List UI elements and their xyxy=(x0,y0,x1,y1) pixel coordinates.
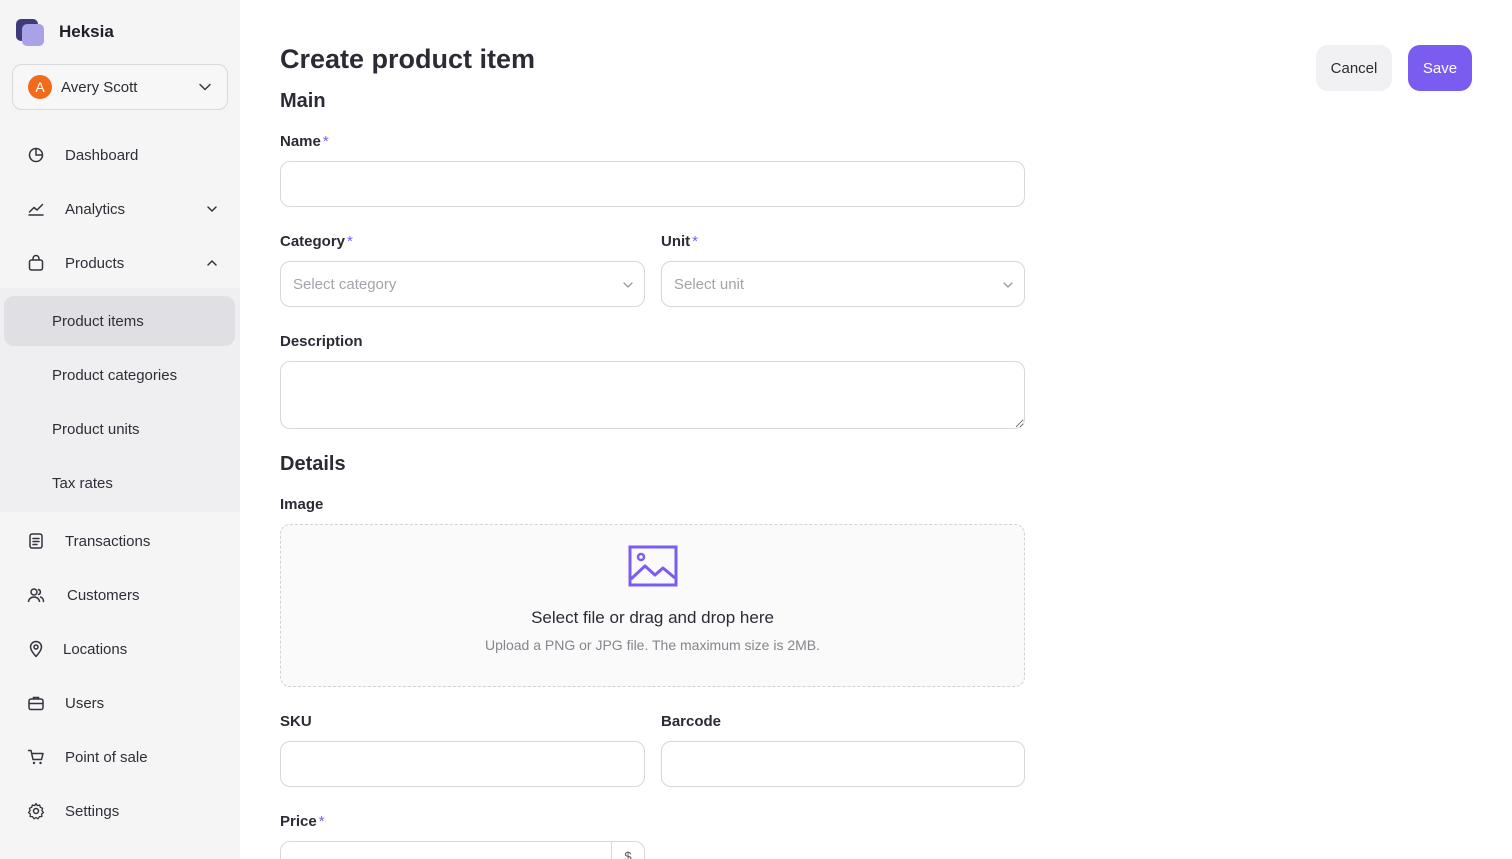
section-title-details: Details xyxy=(280,453,346,475)
products-submenu: Product items Product categories Product… xyxy=(0,288,240,512)
sku-label: SKU xyxy=(280,713,312,730)
sidebar-item-tax-rates[interactable]: Tax rates xyxy=(4,458,235,508)
required-marker: * xyxy=(318,813,325,830)
shopping-bag-icon xyxy=(28,254,44,271)
unit-placeholder: Select unit xyxy=(674,275,745,293)
sidebar-item-label: Locations xyxy=(63,640,128,658)
sidebar-item-locations[interactable]: Locations xyxy=(0,626,240,672)
barcode-label: Barcode xyxy=(661,713,722,730)
sidebar-item-label: Users xyxy=(65,694,105,712)
sidebar-item-customers[interactable]: Customers xyxy=(0,572,240,618)
user-name: Avery Scott xyxy=(61,78,138,96)
sidebar-item-products[interactable]: Products xyxy=(0,240,240,286)
sidebar-item-product-items[interactable]: Product items xyxy=(4,296,235,346)
gear-icon xyxy=(27,802,45,820)
required-marker: * xyxy=(322,133,329,150)
description-textarea[interactable] xyxy=(280,361,1025,429)
currency-addon: $ xyxy=(611,842,644,859)
chevron-down-icon xyxy=(1003,282,1013,288)
dropzone-hint: Upload a PNG or JPG file. The maximum si… xyxy=(484,637,821,653)
sidebar: Heksia A Avery Scott Dashboard Analytics… xyxy=(0,0,240,859)
sidebar-item-product-categories[interactable]: Product categories xyxy=(4,350,235,400)
cart-icon xyxy=(27,749,44,765)
description-label: Description xyxy=(280,333,363,350)
name-label-text: Name xyxy=(280,133,321,150)
chevron-down-icon xyxy=(199,83,211,91)
pie-chart-icon xyxy=(28,147,44,163)
unit-select[interactable]: Select unit xyxy=(661,261,1025,307)
category-select[interactable]: Select category xyxy=(280,261,645,307)
sidebar-item-transactions[interactable]: Transactions xyxy=(0,518,240,564)
category-label-text: Category xyxy=(280,233,346,250)
sku-input[interactable] xyxy=(280,741,645,787)
name-label: Name * xyxy=(280,133,329,150)
sidebar-item-label: Point of sale xyxy=(65,748,148,766)
save-button[interactable]: Save xyxy=(1408,45,1472,91)
price-field[interactable]: $ xyxy=(280,841,645,859)
required-marker: * xyxy=(692,233,699,250)
sidebar-item-label: Dashboard xyxy=(65,146,139,164)
sidebar-item-users[interactable]: Users xyxy=(0,680,240,726)
sidebar-item-dashboard[interactable]: Dashboard xyxy=(0,132,240,178)
chevron-down-icon xyxy=(207,206,217,212)
image-dropzone[interactable]: Select file or drag and drop here Upload… xyxy=(280,524,1025,687)
brand: Heksia xyxy=(16,18,114,46)
briefcase-icon xyxy=(28,696,44,711)
image-icon xyxy=(628,545,678,587)
image-label: Image xyxy=(280,496,324,513)
price-label: Price * xyxy=(280,813,325,830)
sidebar-item-product-units[interactable]: Product units xyxy=(4,404,235,454)
chevron-down-icon xyxy=(623,282,633,288)
user-switcher[interactable]: A Avery Scott xyxy=(12,64,228,110)
unit-label: Unit * xyxy=(661,233,698,250)
sidebar-item-label: Customers xyxy=(67,586,140,604)
category-label: Category * xyxy=(280,233,353,250)
sidebar-item-label: Products xyxy=(65,254,125,272)
chevron-up-icon xyxy=(207,260,217,266)
avatar: A xyxy=(28,75,52,99)
sidebar-item-label: Transactions xyxy=(65,532,151,550)
sidebar-item-label: Analytics xyxy=(65,200,126,218)
unit-label-text: Unit xyxy=(661,233,691,250)
dropzone-title: Select file or drag and drop here xyxy=(531,608,774,627)
category-placeholder: Select category xyxy=(293,275,397,293)
line-chart-icon xyxy=(28,203,44,216)
barcode-input[interactable] xyxy=(661,741,1025,787)
sidebar-item-settings[interactable]: Settings xyxy=(0,788,240,834)
map-pin-icon xyxy=(29,640,43,658)
document-icon xyxy=(29,533,43,549)
sidebar-item-point-of-sale[interactable]: Point of sale xyxy=(0,734,240,780)
brand-name: Heksia xyxy=(59,22,114,41)
section-title-main: Main xyxy=(280,90,326,112)
price-label-text: Price xyxy=(280,813,317,830)
brand-logo xyxy=(16,18,45,46)
page-title: Create product item xyxy=(280,44,536,74)
name-input[interactable] xyxy=(280,161,1025,207)
sidebar-item-analytics[interactable]: Analytics xyxy=(0,186,240,232)
sidebar-item-label: Settings xyxy=(65,802,120,820)
cancel-button[interactable]: Cancel xyxy=(1316,45,1392,91)
required-marker: * xyxy=(347,233,353,250)
users-icon xyxy=(27,588,45,603)
